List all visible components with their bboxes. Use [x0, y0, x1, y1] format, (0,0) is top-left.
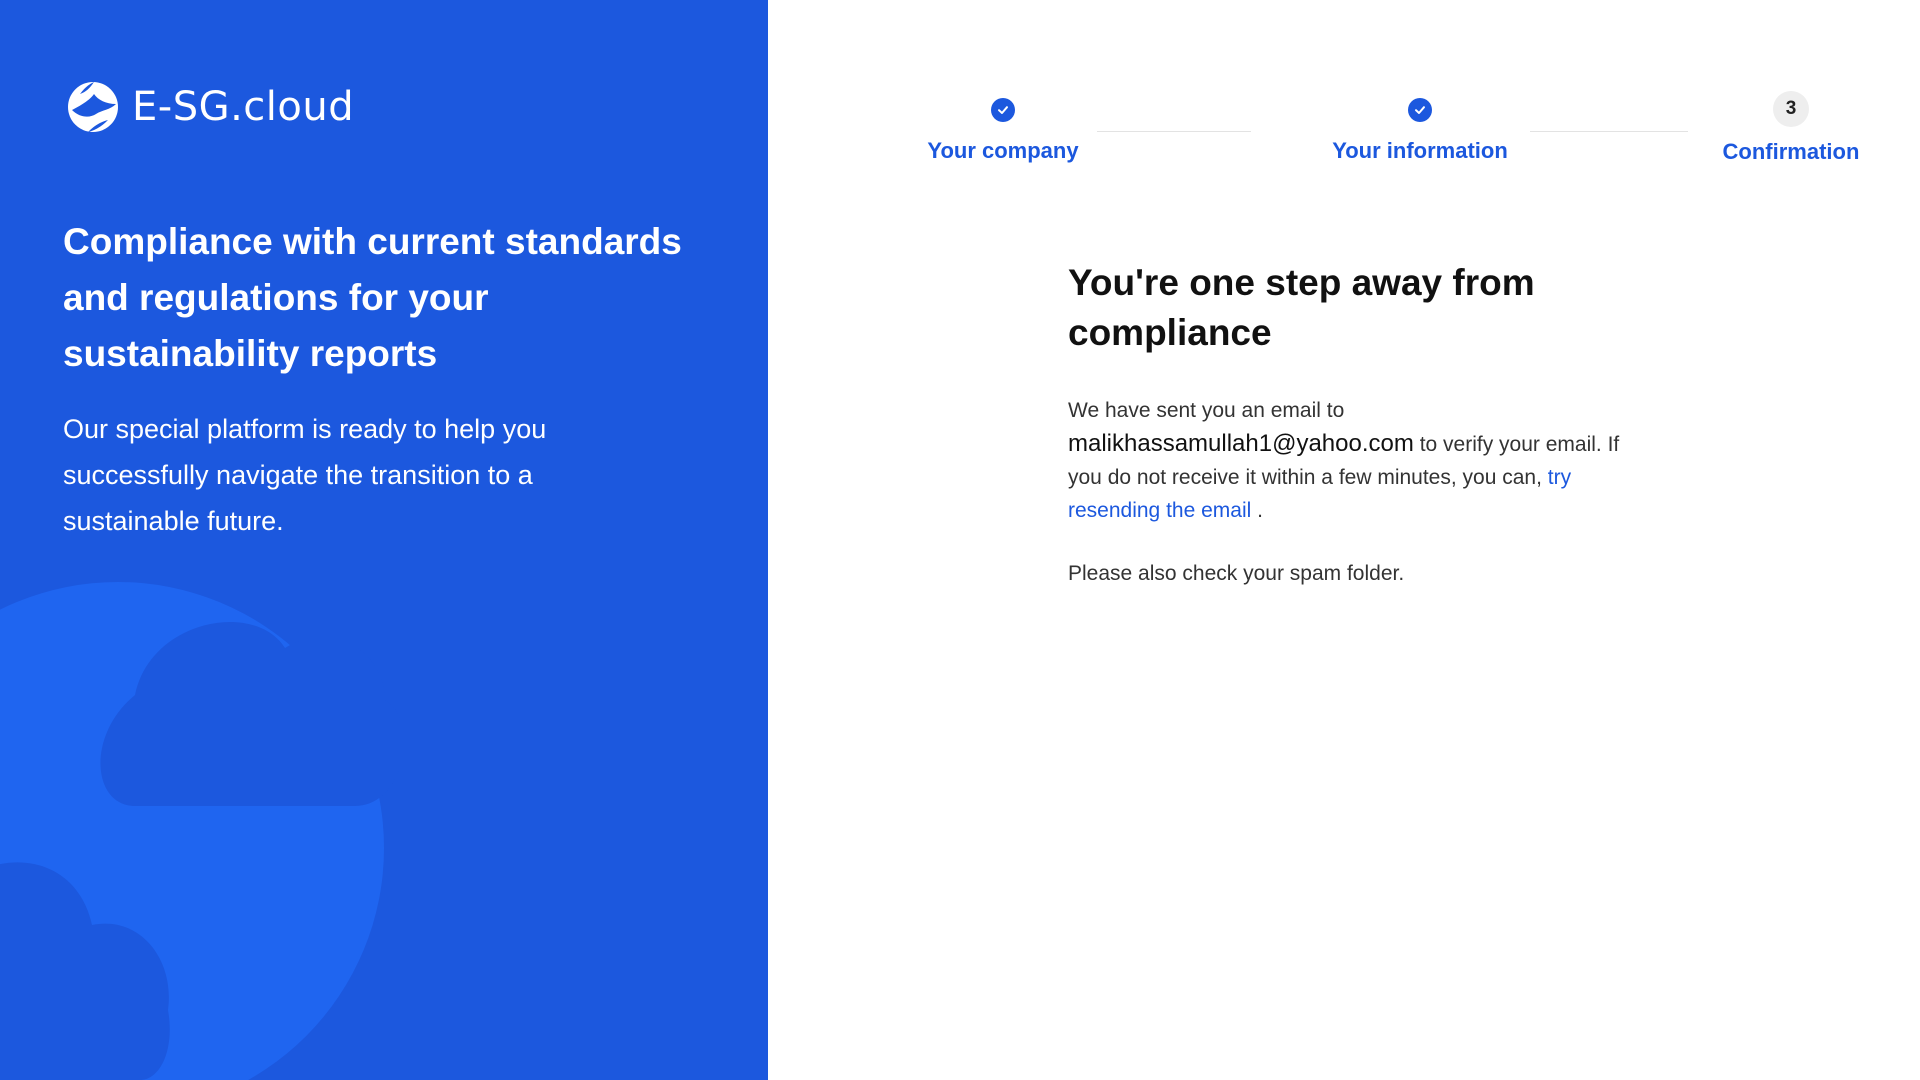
step-label: Your company	[927, 138, 1079, 163]
check-icon	[991, 98, 1015, 122]
step-your-information[interactable]: Your information	[1310, 98, 1530, 164]
step-label: Confirmation	[1722, 139, 1860, 164]
signup-stepper: Your company Your information 3 Confirma…	[768, 0, 1920, 200]
message-intro: We have sent you an email to	[1068, 399, 1345, 422]
step-your-company[interactable]: Your company	[898, 98, 1108, 164]
check-icon	[1408, 98, 1432, 122]
confirmation-title: You're one step away from compliance	[1068, 262, 1535, 353]
confirmation-panel: Your company Your information 3 Confirma…	[768, 0, 1920, 1080]
hero-subtext: Our special platform is ready to help yo…	[63, 414, 547, 536]
step-label: Your information	[1332, 138, 1508, 163]
page: E-SG.cloud Compliance with current stand…	[0, 0, 1920, 1080]
confirmation-content: You're one step away from compliance We …	[1068, 258, 1628, 590]
message-end: .	[1257, 499, 1263, 522]
spam-folder-note: Please also check your spam folder.	[1068, 562, 1405, 585]
hero-headline: Compliance with current standards and re…	[63, 221, 682, 374]
brand-logo[interactable]: E-SG.cloud	[66, 80, 354, 134]
step-number: 3	[1773, 91, 1809, 127]
step-connector	[1530, 131, 1688, 132]
hero-panel: E-SG.cloud Compliance with current stand…	[0, 0, 768, 1080]
step-confirmation[interactable]: 3 Confirmation	[1696, 91, 1886, 165]
confirmation-message: We have sent you an email to malikhassam…	[1068, 394, 1628, 527]
brand-logo-icon	[68, 82, 118, 132]
brand-name: E-SG.cloud	[132, 84, 355, 130]
email-address: malikhassamullah1@yahoo.com	[1068, 430, 1414, 457]
step-connector	[1097, 131, 1251, 132]
